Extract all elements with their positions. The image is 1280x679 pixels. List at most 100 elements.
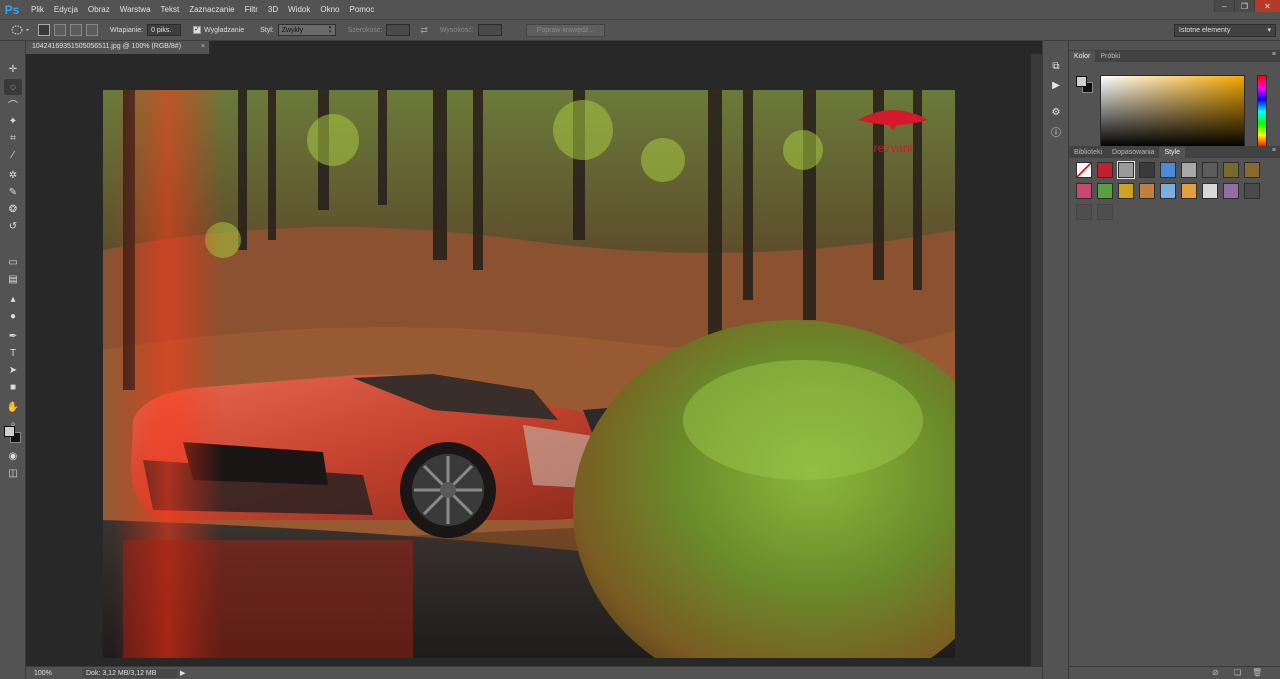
color-panel-tabs: Kolor Próbki ≡ <box>1069 50 1280 62</box>
healing-brush-tool-icon[interactable]: ✲ <box>4 167 22 183</box>
style-olive-swatch[interactable] <box>1223 162 1239 178</box>
height-label: Wysokość: <box>439 26 474 34</box>
hue-slider[interactable] <box>1257 75 1267 148</box>
styles-panel <box>1069 158 1280 668</box>
new-style-icon[interactable]: ❏ <box>1234 668 1241 677</box>
style-pink-swatch[interactable] <box>1076 183 1092 199</box>
tab-color[interactable]: Kolor <box>1069 51 1096 62</box>
menu-type[interactable]: Tekst <box>156 0 185 19</box>
styles-panel-menu-icon[interactable]: ≡ <box>1272 147 1276 154</box>
marquee-tool-icon[interactable]: ◌ <box>4 79 22 95</box>
info-panel-icon[interactable]: ⓘ <box>1049 124 1063 139</box>
panel-dock-icons: ⧉ ▶ ⚙ ⓘ <box>1042 41 1069 679</box>
style-gray-bevel-swatch[interactable] <box>1181 162 1197 178</box>
gradient-tool-icon[interactable]: ▤ <box>4 271 22 287</box>
color-spectrum[interactable] <box>1100 75 1245 148</box>
style-select[interactable]: Zwykły <box>277 24 336 36</box>
foreground-color-swatch[interactable] <box>4 426 15 437</box>
menu-layer[interactable]: Warstwa <box>115 0 156 19</box>
style-dark-bevel-swatch[interactable] <box>1139 162 1155 178</box>
quick-mask-icon[interactable]: ◉ <box>4 448 22 464</box>
style-sky-swatch[interactable] <box>1160 183 1176 199</box>
menu-3d[interactable]: 3D <box>263 0 283 19</box>
delete-style-icon[interactable]: 🗑 <box>1252 668 1262 677</box>
feather-input[interactable]: 0 piks. <box>147 24 182 36</box>
menu-select[interactable]: Zaznaczanie <box>184 0 239 19</box>
minimize-button[interactable]: – <box>1214 0 1234 12</box>
history-panel-icon[interactable]: ⧉ <box>1049 59 1063 73</box>
photo-rezvani-car-forest[interactable]: rezvani <box>103 90 955 658</box>
style-chrome-swatch[interactable] <box>1202 183 1218 199</box>
close-document-icon[interactable]: × <box>201 43 205 50</box>
menu-view[interactable]: Widok <box>283 0 315 19</box>
menu-image[interactable]: Obraz <box>83 0 115 19</box>
quick-select-tool-icon[interactable]: ✦ <box>4 113 22 129</box>
document-tab-title: 1042416935150505651​1.jpg @ 100% (RGB/8#… <box>32 43 182 50</box>
menu-filter[interactable]: Filtr <box>240 0 263 19</box>
document-tab[interactable]: 1042416935150505651​1.jpg @ 100% (RGB/8#… <box>26 41 210 54</box>
clone-stamp-tool-icon[interactable]: ❂ <box>4 201 22 217</box>
menu-window[interactable]: Okno <box>315 0 344 19</box>
panel-foreground-swatch[interactable] <box>1076 76 1087 87</box>
options-bar: Wtapianie: 0 piks. ✓ Wygładzanie Styl: Z… <box>0 19 1280 41</box>
clear-style-icon[interactable]: ⊘ <box>1212 668 1219 677</box>
menu-help[interactable]: Pomoc <box>344 0 379 19</box>
tab-swatches[interactable]: Próbki <box>1095 51 1125 62</box>
status-menu-arrow-icon[interactable]: ▶ <box>180 669 185 677</box>
style-dark-gray-swatch[interactable] <box>1202 162 1218 178</box>
style-none-swatch[interactable] <box>1076 162 1092 178</box>
style-copper-swatch[interactable] <box>1139 183 1155 199</box>
hand-tool-icon[interactable]: ✋ <box>4 399 22 415</box>
refine-edge-button[interactable]: Popraw krawędź... <box>525 23 606 37</box>
lasso-tool-icon[interactable]: ⌒ <box>4 96 22 112</box>
style-label: Styl: <box>260 26 274 34</box>
screen-mode-icon[interactable]: ◫ <box>4 465 22 481</box>
move-tool-icon[interactable]: ✛ <box>4 61 22 77</box>
style-charcoal-swatch[interactable] <box>1244 183 1260 199</box>
antialias-checkbox[interactable]: ✓ <box>193 26 202 34</box>
close-button[interactable]: ✕ <box>1254 0 1280 12</box>
properties-panel-icon[interactable]: ⚙ <box>1049 105 1063 119</box>
document-canvas[interactable]: rezvani <box>26 54 1030 666</box>
tab-libraries[interactable]: Biblioteki <box>1069 147 1107 158</box>
menu-file[interactable]: Plik <box>26 0 49 19</box>
width-input[interactable] <box>386 24 411 36</box>
tab-adjustments[interactable]: Dopasowania <box>1107 147 1159 158</box>
pen-tool-icon[interactable]: ✒ <box>4 328 22 344</box>
vertical-scrollbar[interactable] <box>1030 54 1042 666</box>
shape-tool-icon[interactable]: ■ <box>4 379 22 395</box>
style-blue-bevel-swatch[interactable] <box>1160 162 1176 178</box>
crop-tool-icon[interactable]: ⌗ <box>4 130 22 146</box>
workspace-select[interactable]: Istotne elementy <box>1174 24 1276 37</box>
style-empty-2-swatch[interactable] <box>1097 204 1113 220</box>
history-brush-tool-icon[interactable]: ↺ <box>4 218 22 234</box>
height-input[interactable] <box>477 24 502 36</box>
style-sunset-swatch[interactable] <box>1181 183 1197 199</box>
color-panel-menu-icon[interactable]: ≡ <box>1272 51 1276 58</box>
add-to-selection-button[interactable] <box>54 24 66 36</box>
style-empty-1-swatch[interactable] <box>1076 204 1092 220</box>
path-select-tool-icon[interactable]: ➤ <box>4 362 22 378</box>
style-violet-swatch[interactable] <box>1223 183 1239 199</box>
menu-edit[interactable]: Edycja <box>49 0 83 19</box>
style-silver-swatch[interactable] <box>1117 161 1135 179</box>
swap-dimensions-icon[interactable]: ⇄ <box>420 25 428 36</box>
intersect-selection-button[interactable] <box>86 24 98 36</box>
tool-preset-picker[interactable] <box>8 21 34 39</box>
style-gold-swatch[interactable] <box>1118 183 1134 199</box>
eyedropper-tool-icon[interactable]: ⁄ <box>4 147 22 163</box>
style-red-glow-swatch[interactable] <box>1097 162 1113 178</box>
subtract-from-selection-button[interactable] <box>70 24 82 36</box>
style-bronze-swatch[interactable] <box>1244 162 1260 178</box>
new-selection-button[interactable] <box>38 24 50 36</box>
dodge-tool-icon[interactable]: ● <box>4 308 22 324</box>
restore-button[interactable]: ❐ <box>1234 0 1254 12</box>
blur-tool-icon[interactable]: ▴ <box>4 291 22 307</box>
actions-panel-icon[interactable]: ▶ <box>1049 78 1063 92</box>
tab-styles[interactable]: Style <box>1159 147 1185 158</box>
eraser-tool-icon[interactable]: ▭ <box>4 254 22 270</box>
style-multicolor-swatch[interactable] <box>1097 183 1113 199</box>
zoom-field[interactable]: 100% <box>26 670 58 677</box>
brush-tool-icon[interactable]: ✎ <box>4 184 22 200</box>
type-tool-icon[interactable]: T <box>4 345 22 361</box>
